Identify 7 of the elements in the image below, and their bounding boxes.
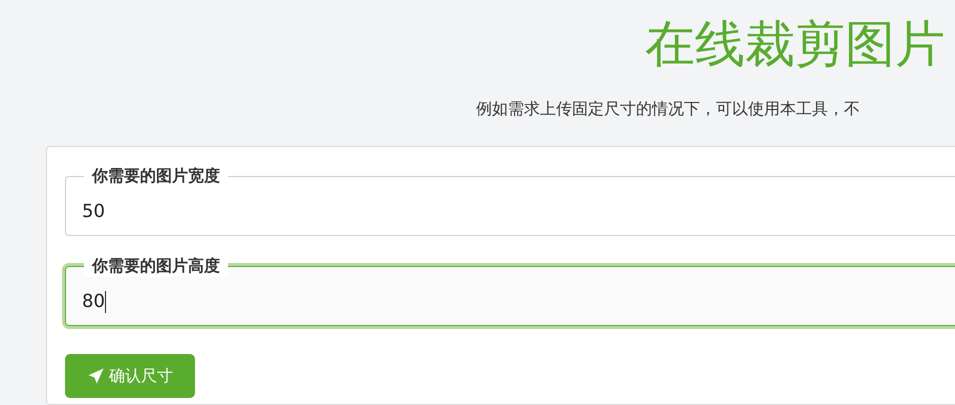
input-field[interactable]: 你需要的图片高度 80 xyxy=(65,256,955,326)
page-title: 在线裁剪图片 xyxy=(644,14,946,75)
field-value: 80 xyxy=(82,291,105,312)
page-subtitle: 例如需求上传固定尺寸的情况下，可以使用本工具，不 xyxy=(475,98,861,120)
field-label: 你需要的图片高度 xyxy=(84,256,228,277)
field-value: 50 xyxy=(82,201,105,222)
input-field[interactable]: 你需要的图片宽度 50 xyxy=(65,166,955,236)
